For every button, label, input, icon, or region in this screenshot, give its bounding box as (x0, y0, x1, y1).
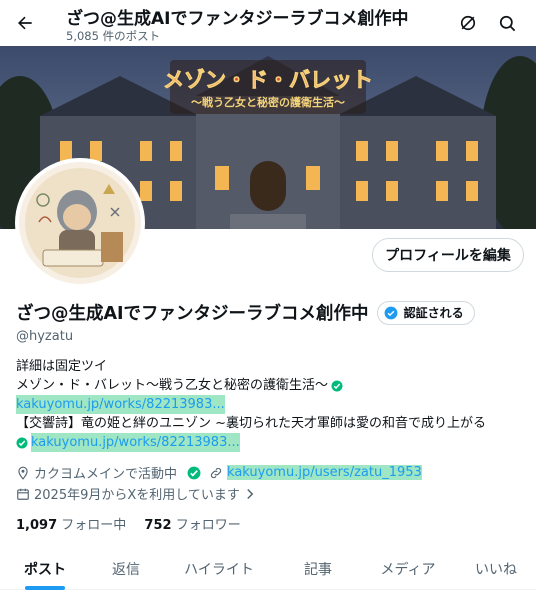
bio-line: メゾン・ド・バレット〜戦う乙女と秘密の護衛生活〜 (16, 378, 329, 393)
banner-subtitle: 〜戦う乙女と秘密の護衛生活〜 (191, 95, 345, 109)
follow-counts: 1,097 フォロー中 752 フォロワー (16, 514, 241, 533)
tab-articles[interactable]: 記事 (276, 548, 360, 590)
verified-badge-icon (384, 306, 397, 319)
location-text: カクヨムメインで活動中 (34, 467, 178, 482)
banner-title: メゾン・ド・バレット (163, 67, 373, 92)
following-count: 1,097 (16, 518, 58, 533)
bio-line: 詳細は固定ツイ (16, 359, 108, 374)
bio-link[interactable]: kakuyomu.jp/works/82213983... (31, 433, 240, 452)
link-icon (210, 467, 222, 478)
followers-link[interactable]: 752 フォロワー (144, 518, 240, 533)
location-icon (18, 466, 28, 480)
joined-text: 2025年9月からXを利用しています (34, 488, 240, 503)
get-verified-label: 認証される (403, 306, 464, 320)
following-label: フォロー中 (61, 518, 127, 533)
display-name: ざつ@生成AIでファンタジーラブコメ創作中 (16, 304, 369, 324)
tab-highlights[interactable]: ハイライト (162, 548, 276, 590)
followers-count: 752 (144, 518, 172, 533)
tab-posts[interactable]: ポスト (0, 548, 90, 590)
website-link[interactable]: kakuyomu.jp/users/zatu_1953 (227, 465, 422, 480)
profile-meta: カクヨムメインで活動中 kakuyomu.jp/users/zatu_1953 (16, 463, 422, 482)
handle: @hyzatu (16, 329, 74, 344)
bio-line: 【交響詩】竜の姫と絆のユニゾン ~裏切られた天才軍師は愛の和音で成り上がる (16, 416, 487, 431)
followers-label: フォロワー (175, 518, 241, 533)
tab-likes[interactable]: いいね (456, 548, 536, 590)
post-count: 5,085 件のポスト (66, 29, 161, 43)
chevron-right-icon[interactable] (245, 488, 255, 500)
get-verified-button[interactable]: 認証される (376, 300, 475, 325)
following-link[interactable]: 1,097 フォロー中 (16, 518, 126, 533)
grok-icon (460, 15, 476, 31)
avatar[interactable] (15, 158, 145, 288)
tab-replies[interactable]: 返信 (90, 548, 162, 590)
bio: 詳細は固定ツイ メゾン・ド・バレット〜戦う乙女と秘密の護衛生活〜 kakuyom… (16, 357, 526, 452)
search-button[interactable] (492, 8, 522, 38)
header-title: ざつ@生成AIでファンタジーラブコメ創作中 (66, 9, 409, 29)
calendar-icon (17, 488, 29, 500)
arrow-left-icon (18, 16, 32, 30)
back-button[interactable] (8, 6, 42, 40)
check-icon (331, 380, 343, 391)
joined-row: 2025年9月からXを利用しています (16, 484, 255, 503)
check-icon (187, 466, 201, 479)
edit-profile-button[interactable]: プロフィールを編集 (372, 238, 524, 272)
tab-media[interactable]: メディア (360, 548, 456, 590)
bio-link[interactable]: kakuyomu.jp/works/82213983... (16, 395, 225, 414)
search-icon (499, 15, 515, 31)
profile-name-row: ざつ@生成AIでファンタジーラブコメ創作中 認証される (16, 300, 475, 325)
check-icon (16, 437, 28, 448)
profile-header: ざつ@生成AIでファンタジーラブコメ創作中 5,085 件のポスト (0, 0, 536, 46)
profile-tabs: ポスト 返信 ハイライト 記事 メディア いいね (0, 548, 536, 590)
grok-button[interactable] (453, 8, 483, 38)
